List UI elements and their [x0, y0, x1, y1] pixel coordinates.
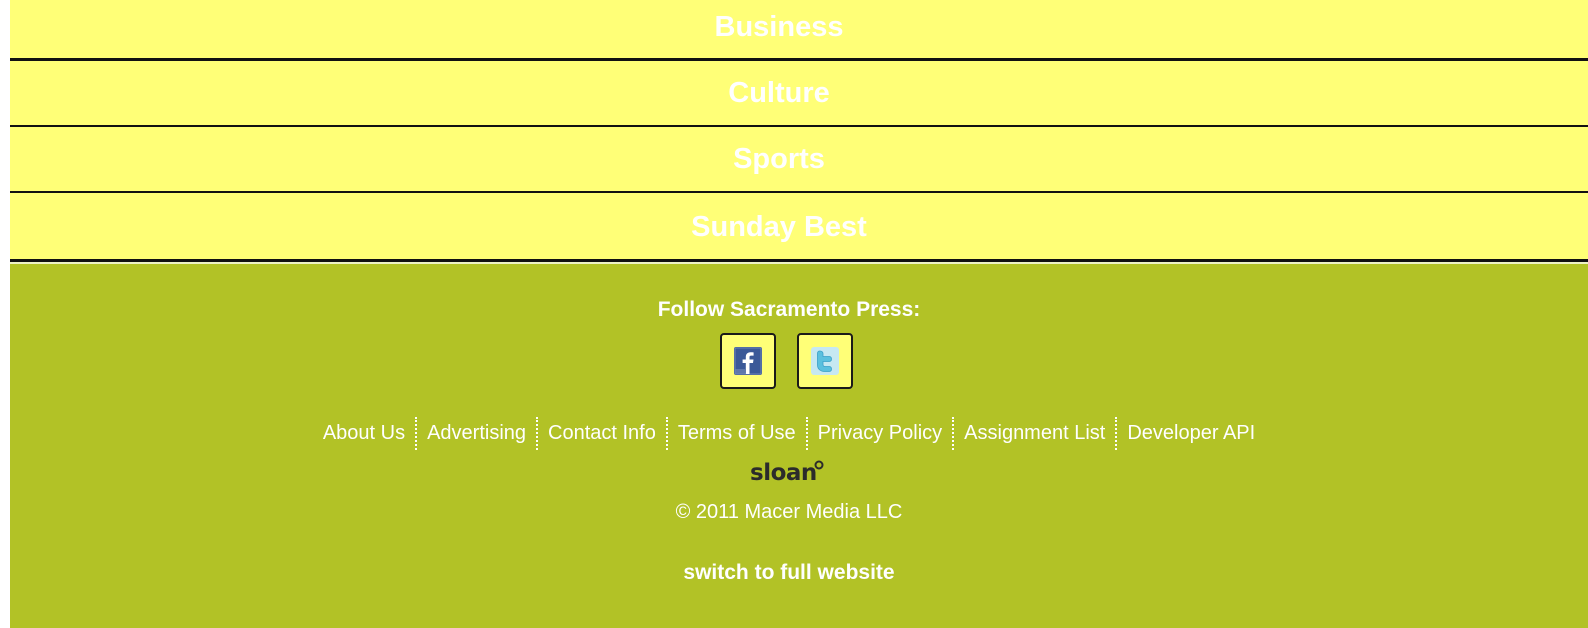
link-divider [536, 416, 539, 450]
link-divider [805, 416, 808, 450]
link-developer-api[interactable]: Developer API [1127, 422, 1255, 445]
facebook-button[interactable] [720, 333, 776, 389]
link-divider [1115, 416, 1118, 450]
nav-item-business[interactable]: Business [10, 0, 1588, 58]
nav-item-sports[interactable]: Sports [10, 127, 1588, 191]
switch-to-full-website-link[interactable]: switch to full website [683, 561, 894, 584]
link-advertising[interactable]: Advertising [427, 422, 526, 445]
nav-item-label: Culture [728, 77, 830, 109]
twitter-icon [811, 347, 839, 375]
link-divider [665, 416, 668, 450]
facebook-icon [734, 347, 762, 375]
sloan-logo[interactable]: sloan [10, 457, 1568, 487]
link-assignment-list[interactable]: Assignment List [964, 422, 1105, 445]
link-divider [952, 416, 955, 450]
nav-item-label: Sports [733, 143, 825, 175]
nav-item-sunday-best[interactable]: Sunday Best [10, 193, 1588, 259]
nav-item-culture[interactable]: Culture [10, 61, 1588, 125]
copyright-text: © 2011 Macer Media LLC [675, 501, 903, 523]
link-divider [415, 416, 418, 450]
twitter-button[interactable] [797, 333, 853, 389]
page: Business Culture Sports Sunday Best Foll… [10, 0, 1588, 628]
link-about-us[interactable]: About Us [323, 422, 405, 445]
nav-item-label: Business [714, 11, 844, 43]
link-privacy-policy[interactable]: Privacy Policy [818, 422, 942, 445]
footer-links: About Us Advertising Contact Info Terms … [10, 416, 1568, 450]
switch-to-full-website: switch to full website [10, 561, 1568, 585]
link-contact-info[interactable]: Contact Info [548, 422, 656, 445]
link-terms-of-use[interactable]: Terms of Use [678, 422, 796, 445]
nav-item-label: Sunday Best [691, 211, 867, 243]
footer: Follow Sacramento Press: About Us Advert… [10, 264, 1588, 628]
sloan-logo-text: sloan [750, 460, 817, 486]
follow-title: Follow Sacramento Press: [657, 298, 921, 321]
